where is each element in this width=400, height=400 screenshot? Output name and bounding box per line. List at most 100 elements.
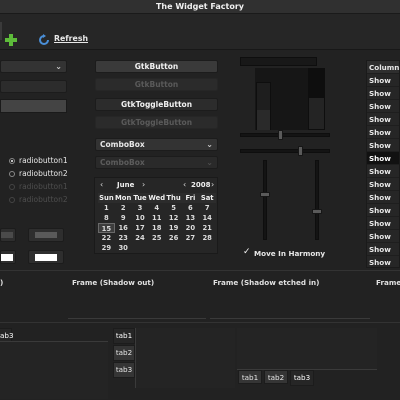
calendar-weekday: Sun [98, 193, 115, 203]
calendar-day[interactable]: 23 [115, 233, 132, 243]
swatch-button-4[interactable] [28, 250, 64, 264]
radio-button-2[interactable] [9, 171, 15, 177]
list-item[interactable]: Show [367, 230, 399, 243]
list-item[interactable]: Show [367, 126, 399, 139]
gtk-button[interactable]: GtkButton [95, 60, 218, 73]
calendar-day[interactable]: 10 [132, 213, 149, 223]
next-month-icon[interactable]: › [142, 180, 145, 189]
list-item[interactable]: Show [367, 217, 399, 230]
tab-top-left[interactable]: ab3 [0, 328, 14, 342]
tab-vertical-2[interactable]: tab2 [113, 345, 135, 361]
calendar-day[interactable]: 18 [148, 223, 165, 233]
combo-box-disabled: ComboBox ⌄ [95, 156, 218, 169]
gtk-toggle-button[interactable]: GtkToggleButton [95, 98, 218, 111]
gtk-button-disabled: GtkButton [95, 78, 218, 91]
calendar-day[interactable]: 12 [165, 213, 182, 223]
frame-shadow-etched-in-label: Frame (Shadow etched in) [213, 278, 320, 287]
checkmark-icon[interactable]: ✓ [243, 247, 251, 257]
chevron-down-icon: ⌄ [206, 140, 213, 149]
column-header[interactable]: Column0 [367, 61, 399, 74]
calendar-day[interactable]: 29 [98, 243, 115, 253]
add-icon[interactable] [4, 33, 18, 47]
list-item[interactable]: Show [367, 87, 399, 100]
calendar-day[interactable]: 30 [115, 243, 132, 253]
list-item[interactable]: Show [367, 165, 399, 178]
gtk-toggle-button-disabled: GtkToggleButton [95, 116, 218, 129]
list-item[interactable]: Show [367, 178, 399, 191]
calendar-day[interactable]: 25 [148, 233, 165, 243]
calendar-day[interactable]: 21 [199, 223, 216, 233]
calendar-day[interactable]: 4 [148, 203, 165, 213]
frame-shadow-out [68, 287, 206, 319]
combo-box[interactable]: ComboBox ⌄ [95, 138, 218, 151]
tab-bottom-3[interactable]: tab3 [290, 370, 314, 386]
list-item[interactable]: Show [367, 243, 399, 256]
radio-button-1[interactable] [9, 158, 15, 164]
tab-bottom-1[interactable]: tab1 [238, 370, 262, 384]
list-item[interactable]: Show [367, 191, 399, 204]
vertical-progress-1-fill [257, 110, 270, 130]
window-title: The Widget Factory [155, 2, 245, 11]
horizontal-scale-2[interactable] [240, 149, 330, 153]
tab-bottom-2[interactable]: tab2 [264, 370, 288, 384]
horizontal-scale-2-knob[interactable] [298, 146, 303, 156]
calendar-day[interactable]: 1 [98, 203, 115, 213]
calendar-week-row: 8 9 10 11 12 13 14 [98, 213, 216, 223]
vertical-scale-2[interactable] [315, 160, 319, 240]
left-entry-combo[interactable] [0, 80, 67, 93]
prev-year-icon[interactable]: ‹ [183, 180, 186, 189]
list-item[interactable]: Show [367, 74, 399, 87]
swatch-dark-2 [35, 232, 57, 238]
calendar-day[interactable]: 17 [132, 223, 149, 233]
list-item[interactable]: Show [367, 204, 399, 217]
toolbar-left-separator [0, 22, 2, 40]
list-item[interactable]: Show [367, 152, 399, 165]
calendar-day[interactable]: 22 [98, 233, 115, 243]
swatch-button-3[interactable] [0, 250, 16, 264]
calendar-day[interactable]: 5 [165, 203, 182, 213]
horizontal-scale-1[interactable] [240, 133, 330, 137]
tab-vertical-1[interactable]: tab1 [113, 328, 135, 344]
calendar-day[interactable]: 27 [182, 233, 199, 243]
vertical-progress-2-fill [309, 68, 324, 98]
swatch-button-1[interactable] [0, 228, 16, 242]
calendar-day[interactable]: 24 [132, 233, 149, 243]
left-combo[interactable]: ⌄ [0, 60, 67, 73]
horizontal-scale-1-knob[interactable] [278, 130, 283, 140]
calendar-day[interactable]: 19 [165, 223, 182, 233]
calendar-day[interactable]: 11 [148, 213, 165, 223]
left-text-entry[interactable] [0, 99, 67, 113]
vertical-scale-2-knob[interactable] [312, 209, 322, 214]
calendar-day[interactable]: 7 [199, 203, 216, 213]
calendar-weekday: Mon [114, 193, 132, 203]
calendar-day[interactable]: 20 [182, 223, 199, 233]
list-item[interactable]: Show [367, 100, 399, 113]
calendar-day[interactable]: 9 [115, 213, 132, 223]
combo-box-disabled-label: ComboBox [100, 158, 145, 167]
calendar-day[interactable]: 28 [199, 233, 216, 243]
swatch-dark-1 [1, 232, 13, 238]
calendar-day[interactable]: 15 [98, 223, 115, 233]
list-item[interactable]: Show [367, 256, 399, 267]
vertical-scale-1-knob[interactable] [260, 192, 270, 197]
frame-divider [0, 270, 400, 271]
tab-vertical-3[interactable]: tab3 [113, 362, 135, 378]
calendar-day[interactable]: 13 [182, 213, 199, 223]
calendar-day[interactable]: 14 [199, 213, 216, 223]
calendar-day[interactable]: 3 [132, 203, 149, 213]
calendar-day[interactable]: 16 [115, 223, 132, 233]
refresh-button[interactable]: Refresh [36, 32, 92, 48]
vertical-scale-1[interactable] [263, 160, 267, 240]
list-item[interactable]: Show [367, 113, 399, 126]
progress-bar-horizontal [240, 57, 317, 66]
next-year-icon[interactable]: › [211, 180, 214, 189]
calendar-day[interactable]: 8 [98, 213, 115, 223]
calendar-day [165, 243, 182, 253]
notebook-left-panel [135, 328, 235, 388]
list-item[interactable]: Show [367, 139, 399, 152]
calendar-day[interactable]: 6 [182, 203, 199, 213]
calendar-day[interactable]: 2 [115, 203, 132, 213]
swatch-button-2[interactable] [28, 228, 64, 242]
calendar-day[interactable]: 26 [165, 233, 182, 243]
prev-month-icon[interactable]: ‹ [100, 180, 103, 189]
